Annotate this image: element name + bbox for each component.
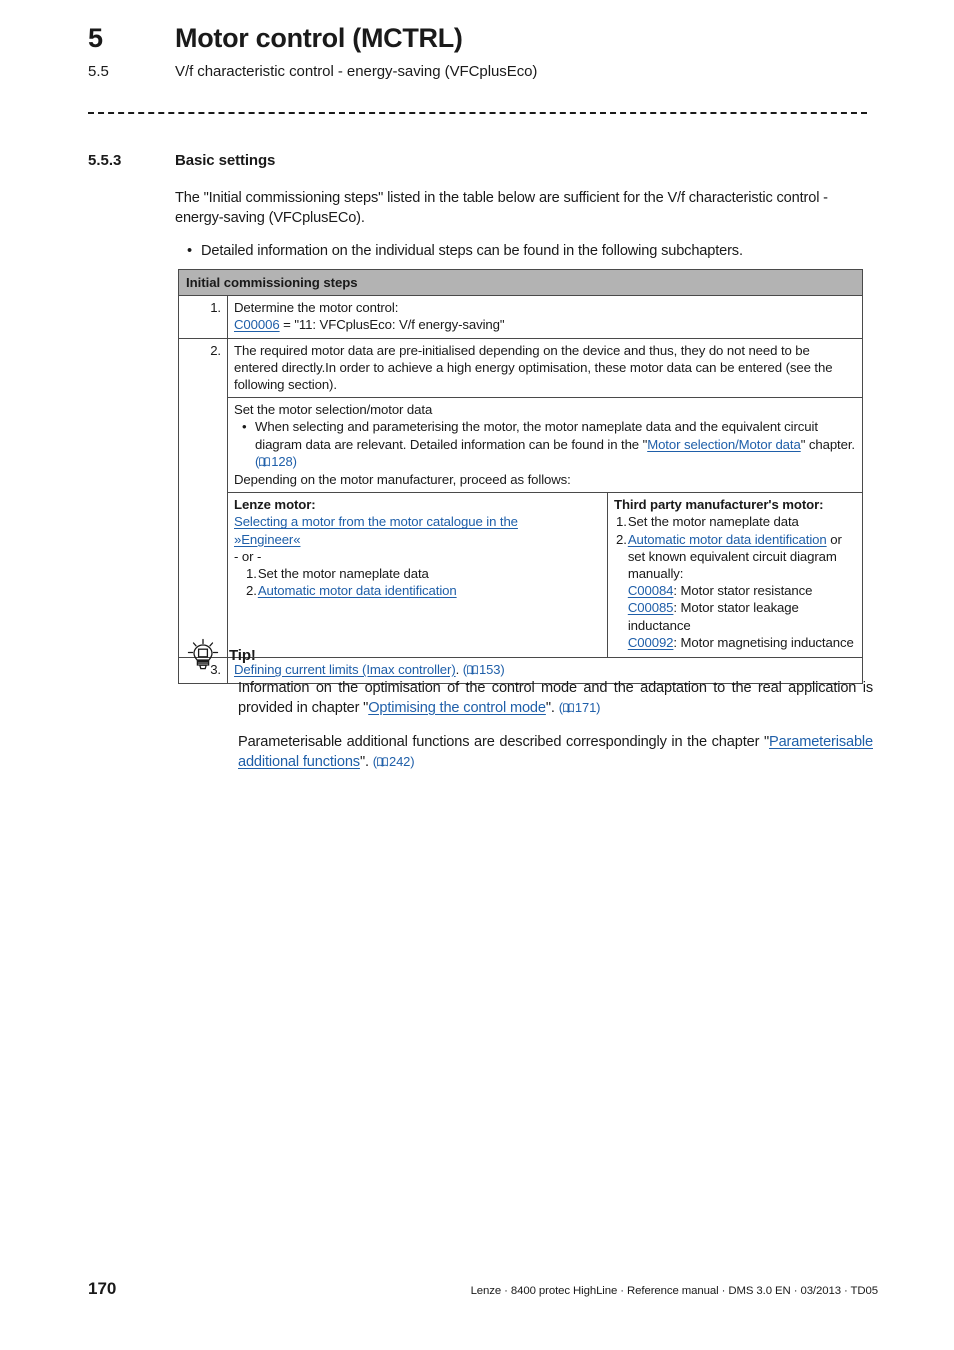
initial-commissioning-steps-table: Initial commissioning steps 1. Determine…	[178, 269, 863, 685]
third-party-motor-title: Third party manufacturer's motor:	[614, 497, 824, 513]
footer-text: Lenze · 8400 protec HighLine · Reference…	[470, 1285, 879, 1297]
header-divider	[88, 112, 867, 114]
page-reference[interactable]: ( 171)	[559, 700, 601, 715]
step1-line1: Determine the motor control:	[234, 300, 399, 316]
intro-block: The "Initial commissioning steps" listed…	[175, 188, 867, 261]
motor-selection-title: Set the motor selection/motor data	[234, 402, 433, 418]
chapter-title: Motor control (MCTRL)	[175, 23, 463, 53]
step-content: Determine the motor control: C00006 = "1…	[228, 296, 862, 337]
step1-line2: C00006 = "11: VFCplusEco: V/f energy-sav…	[234, 316, 856, 333]
chapter-number: 5	[88, 23, 103, 53]
list-item: 2. Automatic motor data identification	[234, 582, 601, 599]
parameter-link-c00084[interactable]: C00084	[628, 583, 674, 598]
intro-paragraph: The "Initial commissioning steps" listed…	[175, 190, 828, 226]
bullet-icon: •	[187, 243, 192, 259]
lightbulb-icon	[185, 638, 229, 672]
automatic-motor-data-identification-link[interactable]: Automatic motor data identification	[628, 532, 827, 547]
motor-manufacturer-note: Depending on the motor manufacturer, pro…	[234, 472, 571, 488]
table-header-cell: Initial commissioning steps	[179, 270, 862, 297]
tip-body: Information on the optimisation of the c…	[238, 678, 873, 773]
page-reference[interactable]: ( 128)	[255, 454, 297, 469]
lenze-motor-column: Lenze motor: Selecting a motor from the …	[228, 493, 608, 658]
motor-selection-bullet: • When selecting and parameterising the m…	[234, 418, 856, 471]
tip-p1-after: ".	[545, 700, 559, 716]
tip-p2-before: Parameterisable additional functions are…	[238, 734, 769, 750]
section-title: Basic settings	[175, 152, 276, 169]
step-number: 2.	[179, 338, 228, 658]
item-text: Set the motor nameplate data	[257, 566, 429, 582]
item-number: 2.	[616, 531, 627, 547]
third-party-motor-column: Third party manufacturer's motor: 1. Set…	[608, 493, 862, 657]
step-content: The required motor data are pre-initiali…	[228, 339, 862, 658]
table-row: 1. Determine the motor control: C00006 =…	[179, 296, 862, 339]
page-reference[interactable]: ( 242)	[373, 754, 415, 769]
header-section-row: 5.5 V/f characteristic control - energy-…	[88, 63, 878, 81]
step2-intro-text: The required motor data are pre-initiali…	[228, 339, 862, 399]
motor-selection-bullet-tail: " chapter.	[800, 436, 855, 452]
manufacturer-columns: Lenze motor: Selecting a motor from the …	[228, 493, 862, 658]
section-heading: 5.5.3 Basic settings	[88, 152, 878, 169]
item-number: 1.	[246, 566, 257, 582]
tip-p2-after: ".	[359, 754, 373, 770]
book-icon	[259, 454, 271, 471]
page-reference-number: 242	[388, 754, 411, 769]
parameter-link-c00085[interactable]: C00085	[628, 600, 674, 615]
parameter-link-c00006[interactable]: C00006	[234, 317, 280, 332]
lenze-motor-catalogue-link-line1[interactable]: Selecting a motor from the motor catalog…	[234, 514, 518, 529]
page-reference-number: 128	[271, 453, 293, 469]
lenze-motor-catalogue-link[interactable]: Selecting a motor from the motor catalog…	[234, 513, 601, 547]
list-item: 1. Set the motor nameplate data	[234, 565, 601, 582]
item-text: Automatic motor data identification or s…	[628, 531, 856, 651]
tip-paragraph-2: Parameterisable additional functions are…	[238, 732, 873, 773]
lenze-motor-steps: 1. Set the motor nameplate data 2. Autom…	[234, 565, 601, 599]
list-item: 2. Automatic motor data identification o…	[614, 531, 856, 651]
lenze-or-separator: - or -	[234, 548, 262, 564]
parameter-row: C00084: Motor stator resistance	[628, 582, 856, 599]
item-text: Set the motor nameplate data	[627, 514, 799, 530]
header-section-number: 5.5	[88, 62, 109, 80]
intro-bullet-item: • Detailed information on the individual…	[175, 241, 867, 261]
parameter-row: C00085: Motor stator leakage inductance	[628, 599, 856, 633]
tip-callout: Tip! Information on the optimisation of …	[185, 638, 875, 773]
step1-value: = "11: VFCplusEco: V/f energy-saving"	[279, 317, 505, 333]
item-number: 1.	[616, 514, 627, 530]
table-row: 2. The required motor data are pre-initi…	[179, 338, 862, 659]
lenze-motor-catalogue-link-line2[interactable]: »Engineer«	[234, 532, 301, 547]
motor-selection-motor-data-link[interactable]: Motor selection/Motor data	[647, 437, 801, 452]
step-number: 1.	[179, 296, 228, 338]
lenze-motor-title: Lenze motor:	[234, 497, 316, 513]
intro-bullet-text: Detailed information on the individual s…	[201, 243, 743, 259]
page-footer: 170 Lenze · 8400 protec HighLine · Refer…	[88, 1279, 878, 1299]
page-reference-number: 171	[574, 700, 597, 715]
bullet-icon: •	[242, 419, 247, 435]
automatic-motor-data-identification-link[interactable]: Automatic motor data identification	[258, 582, 601, 599]
page-header: 5 Motor control (MCTRL) 5.5 V/f characte…	[88, 23, 878, 81]
tip-paragraph-1: Information on the optimisation of the c…	[238, 678, 873, 719]
step2-motor-selection-block: Set the motor selection/motor data • When…	[228, 398, 862, 494]
item-number: 2.	[246, 583, 257, 599]
section-number: 5.5.3	[88, 152, 122, 169]
parameter-desc: : Motor stator resistance	[673, 583, 813, 599]
list-item: 1. Set the motor nameplate data	[614, 513, 856, 530]
tip-label: Tip!	[229, 646, 256, 664]
tip-header: Tip!	[185, 638, 875, 672]
optimising-the-control-mode-link[interactable]: Optimising the control mode	[368, 700, 546, 716]
page-number: 170	[88, 1279, 117, 1298]
third-party-motor-steps: 1. Set the motor nameplate data 2. Autom…	[614, 513, 856, 651]
book-icon	[563, 699, 574, 719]
document-page: 5 Motor control (MCTRL) 5.5 V/f characte…	[0, 0, 954, 1350]
header-section-title: V/f characteristic control - energy-savi…	[175, 62, 538, 80]
header-chapter-row: 5 Motor control (MCTRL)	[88, 23, 878, 54]
step2-manufacturer-subtable: Lenze motor: Selecting a motor from the …	[228, 493, 862, 658]
book-icon	[377, 753, 388, 773]
